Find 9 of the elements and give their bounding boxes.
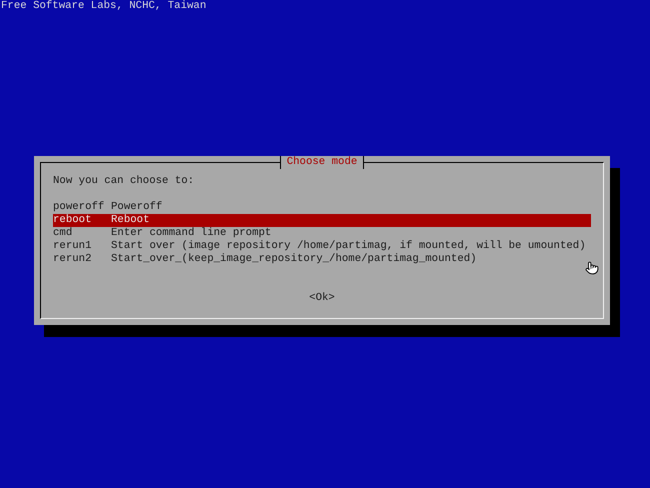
ok-button[interactable]: <Ok> — [309, 292, 335, 305]
menu-item[interactable]: reboot Reboot — [53, 214, 591, 227]
hand-pointer-icon — [585, 260, 599, 276]
menu-item[interactable]: cmd Enter command line prompt — [53, 227, 591, 240]
dialog-title: Choose mode — [280, 156, 364, 169]
header-text: Free Software Labs, NCHC, Taiwan — [1, 0, 206, 12]
menu-item[interactable]: rerun1 Start over (image repository /home/partimag, if mounted, will be umounted) — [53, 240, 591, 253]
prompt-text: Now you can choose to: — [53, 175, 196, 188]
menu-item[interactable]: poweroff Poweroff — [53, 201, 591, 214]
